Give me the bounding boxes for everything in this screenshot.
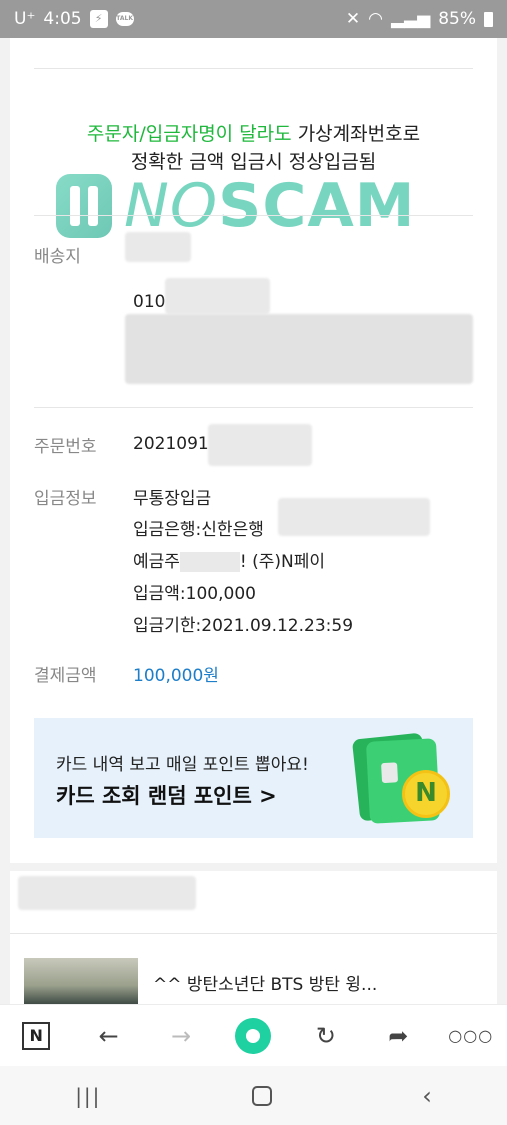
redacted-holder: [179, 552, 240, 572]
more-dots-icon: ○○○: [448, 1026, 494, 1045]
green-dot-icon: [235, 1017, 272, 1054]
forward-button[interactable]: →: [161, 1016, 201, 1056]
n-coin-icon: N: [402, 770, 450, 818]
naver-n-icon: N: [22, 1021, 51, 1050]
arrow-right-icon: →: [170, 1021, 192, 1050]
recent-apps-icon[interactable]: |||: [75, 1084, 101, 1108]
clock: 4:05: [43, 9, 82, 29]
home-icon[interactable]: [251, 1085, 272, 1106]
redacted-phone: [165, 278, 270, 314]
system-nav-bar: ||| ‹: [0, 1066, 507, 1125]
divider: [34, 215, 473, 216]
deposit-amount: 입금액:100,000: [133, 584, 256, 604]
card-chip-icon: [381, 762, 399, 784]
battery-icon: [484, 11, 493, 27]
noscam-logo-icon: [56, 174, 112, 238]
banner-line1: 카드 내역 보고 매일 포인트 뽑아요!: [56, 755, 309, 775]
green-dot-button[interactable]: [233, 1016, 273, 1056]
redacted-account: [278, 498, 430, 536]
order-detail-page: 주문자/입금자명이 달라도 가상계좌번호로 정확한 금액 입금시 정상입금됨 N…: [10, 38, 497, 1004]
refresh-button[interactable]: ↻: [306, 1016, 346, 1056]
notice-rest-text: 가상계좌번호로: [291, 123, 421, 145]
watermark-text: NOSCAM: [124, 171, 416, 241]
redacted-name: [125, 232, 191, 262]
divider: [34, 407, 473, 408]
banner-line2: 카드 조회 랜덤 포인트 >: [56, 784, 277, 808]
divider: [10, 933, 497, 934]
signal-icon: ▂▃▅: [390, 9, 431, 29]
deposit-holder: 예금주! (주)N페이: [133, 552, 326, 572]
arrow-left-icon: ←: [98, 1021, 119, 1050]
news-thumbnail[interactable]: [24, 958, 138, 1004]
payment-amount: 100,000원: [133, 666, 219, 686]
status-bar: U⁺ 4:05 ⚡ TALK ✕ ◠ ▂▃▅ 85%: [0, 0, 507, 38]
carrier-label: U⁺: [14, 9, 36, 29]
back-button[interactable]: ←: [89, 1016, 129, 1056]
deposit-method: 무통장입금: [133, 489, 212, 509]
battery-percent: 85%: [438, 9, 476, 29]
more-button[interactable]: ○○○: [448, 1016, 494, 1056]
bolt-icon: ⚡: [89, 10, 108, 28]
card-points-banner[interactable]: 카드 내역 보고 매일 포인트 뽑아요! 카드 조회 랜덤 포인트 > N: [34, 718, 473, 838]
refresh-icon: ↻: [315, 1021, 336, 1050]
deposit-deadline: 입금기한:2021.09.12.23:59: [133, 616, 354, 636]
deposit-bank: 입금은행:신한은행: [133, 520, 264, 540]
noscam-watermark: NOSCAM: [56, 171, 476, 241]
redacted-section-title: [18, 876, 196, 910]
shipping-label: 배송지: [34, 247, 81, 267]
payment-label: 결제금액: [34, 666, 97, 686]
redacted-order-number: [208, 424, 312, 466]
order-number-label: 주문번호: [34, 437, 97, 457]
naver-home-button[interactable]: N: [16, 1016, 56, 1056]
phone-prefix: 010: [133, 292, 166, 312]
browser-toolbar: N ← → ↻ ➦ ○○○: [0, 1004, 507, 1066]
share-button[interactable]: ➦: [378, 1016, 418, 1056]
redacted-address: [125, 314, 473, 384]
deposit-notice: 주문자/입금자명이 달라도 가상계좌번호로 정확한 금액 입금시 정상입금됨: [10, 120, 497, 176]
mute-icon: ✕: [345, 9, 361, 29]
back-nav-icon[interactable]: ‹: [422, 1082, 432, 1110]
wifi-icon: ◠: [368, 9, 383, 29]
deposit-info-label: 입금정보: [34, 489, 97, 509]
order-number-value: 2021091: [133, 434, 209, 454]
share-arrow-icon: ➦: [388, 1021, 409, 1050]
news-title[interactable]: ^^ 방탄소년단 BTS 방탄 윙...: [153, 970, 377, 995]
section-separator: [10, 863, 497, 871]
chat-bubble-icon: TALK: [115, 12, 134, 26]
divider: [34, 68, 473, 69]
notice-green-text: 주문자/입금자명이 달라도: [86, 123, 292, 145]
